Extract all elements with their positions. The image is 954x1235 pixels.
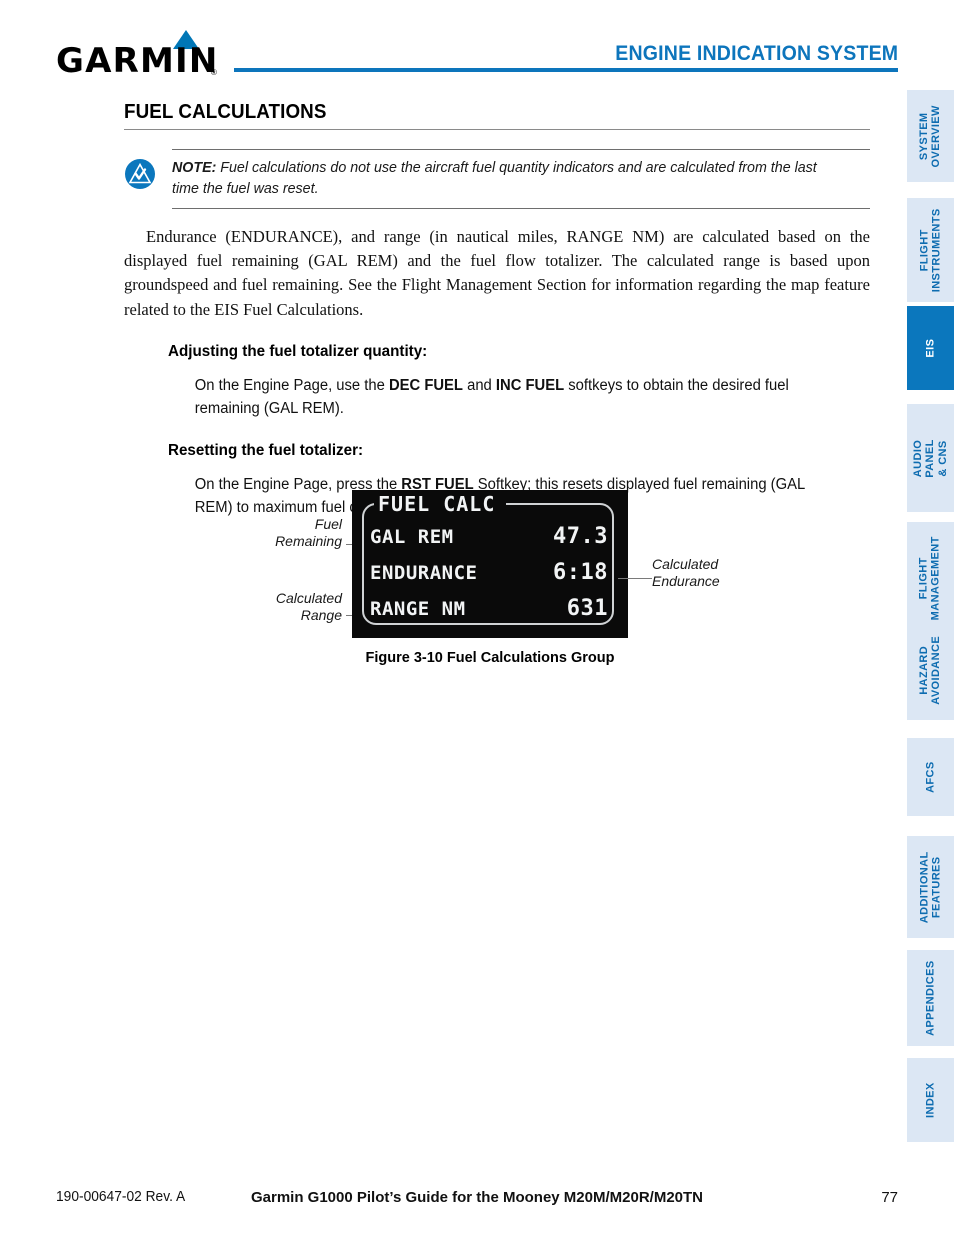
- page-footer: 190-00647-02 Rev. A Garmin G1000 Pilot’s…: [0, 1189, 954, 1211]
- subsection-body: On the Engine Page, use the DEC FUEL and…: [168, 375, 840, 421]
- sidebar-tab-label: APPENDICES: [924, 960, 937, 1036]
- figure-caption: Figure 3-10 Fuel Calculations Group: [365, 650, 615, 666]
- callout-calculated-endurance: Calculated Endurance: [652, 556, 720, 590]
- garmin-registered-mark: ®: [211, 68, 217, 77]
- garmin-logo: GARMIN ®: [56, 30, 231, 81]
- note-message: Fuel calculations do not use the aircraf…: [172, 159, 817, 198]
- sidebar-tab-label: AFCS: [924, 761, 937, 793]
- eis-row-value: 6:18: [553, 560, 608, 585]
- sidebar-tab-label: AUDIO PANEL & CNS: [912, 438, 949, 478]
- section-tab-sidebar: SYSTEM OVERVIEW FLIGHT INSTRUMENTS EIS AUDI…: [900, 0, 954, 1235]
- eis-row-label: ENDURANCE: [370, 562, 478, 584]
- leader-line-calculated-endurance: [618, 578, 652, 579]
- callout-calculated-range: Calculated Range: [275, 590, 342, 624]
- softkey-dec-fuel: DEC FUEL: [388, 377, 463, 395]
- content-column: FUEL CALCULATIONS NOTE: Fuel calculation…: [124, 100, 870, 520]
- sidebar-tab-hazard-avoidance[interactable]: HAZARD AVOIDANCE: [907, 620, 954, 720]
- note-info-icon: [125, 159, 155, 189]
- sidebar-tab-eis[interactable]: EIS: [907, 306, 954, 390]
- page-header: GARMIN ® ENGINE INDICATION SYSTEM: [0, 0, 954, 92]
- sidebar-tab-audio-panel-cns[interactable]: AUDIO PANEL & CNS: [907, 404, 954, 512]
- note-text: NOTE: Fuel calculations do not use the a…: [172, 157, 835, 200]
- note-body: NOTE: Fuel calculations do not use the a…: [172, 149, 870, 209]
- sidebar-tab-label: SYSTEM OVERVIEW: [918, 104, 943, 168]
- sidebar-tab-label: EIS: [924, 338, 937, 358]
- eis-row-gal-rem: GAL REM 47.3: [370, 524, 608, 549]
- garmin-wordmark: GARMIN: [56, 41, 219, 81]
- sidebar-tab-additional-features[interactable]: ADDITIONAL FEATURES: [907, 836, 954, 938]
- sidebar-tab-label: INDEX: [924, 1082, 937, 1118]
- sidebar-tab-label: FLIGHT INSTRUMENTS: [918, 208, 943, 292]
- sidebar-tab-label: HAZARD AVOIDANCE: [918, 635, 943, 705]
- eis-panel-title: FUEL CALC: [378, 492, 496, 516]
- note-label: NOTE:: [172, 159, 217, 176]
- note-callout: NOTE: Fuel calculations do not use the a…: [124, 149, 870, 209]
- eis-row-range-nm: RANGE NM 631: [370, 596, 608, 621]
- softkey-inc-fuel: INC FUEL: [495, 377, 565, 395]
- sidebar-tab-label: ADDITIONAL FEATURES: [918, 851, 943, 923]
- eis-row-endurance: ENDURANCE 6:18: [370, 560, 608, 585]
- section-title-rule: [124, 129, 870, 130]
- sidebar-tab-label: FLIGHT MANAGEMENT: [918, 535, 943, 621]
- sidebar-tab-appendices[interactable]: APPENDICES: [907, 950, 954, 1046]
- subsection-body-pre: On the Engine Page, use the: [194, 377, 389, 395]
- page-title: FUEL CALCULATIONS: [124, 101, 327, 123]
- intro-paragraph: Endurance (ENDURANCE), and range (in nau…: [124, 226, 870, 319]
- sidebar-tab-afcs[interactable]: AFCS: [907, 738, 954, 816]
- sidebar-tab-index[interactable]: INDEX: [907, 1058, 954, 1142]
- eis-fuel-calc-panel: FUEL CALC GAL REM 47.3 ENDURANCE 6:18 RA…: [352, 490, 628, 638]
- footer-document-title: Garmin G1000 Pilot’s Guide for the Moone…: [250, 1189, 704, 1206]
- eis-row-value: 631: [566, 596, 608, 621]
- sidebar-tab-flight-management[interactable]: FLIGHT MANAGEMENT: [907, 522, 954, 634]
- callout-fuel-remaining: Fuel Remaining: [275, 516, 342, 550]
- eis-row-label: RANGE NM: [370, 598, 466, 620]
- subsection-body-mid: and: [462, 377, 496, 395]
- subsection-heading: Adjusting the fuel totalizer quantity:: [168, 343, 428, 361]
- subsection-heading: Resetting the fuel totalizer:: [168, 441, 364, 459]
- sidebar-tab-flight-instruments[interactable]: FLIGHT INSTRUMENTS: [907, 198, 954, 302]
- header-rule: [234, 68, 898, 72]
- eis-row-label: GAL REM: [370, 526, 454, 548]
- footer-page-number: 77: [881, 1189, 898, 1206]
- eis-row-value: 47.3: [553, 524, 608, 549]
- header-title: ENGINE INDICATION SYSTEM: [615, 42, 898, 65]
- sidebar-tab-system-overview[interactable]: SYSTEM OVERVIEW: [907, 90, 954, 182]
- figure-fuel-calculations: Fuel Remaining Calculated Range FUEL CAL…: [124, 488, 904, 678]
- subsection-adjusting-fuel-totalizer: Adjusting the fuel totalizer quantity: O…: [124, 342, 870, 421]
